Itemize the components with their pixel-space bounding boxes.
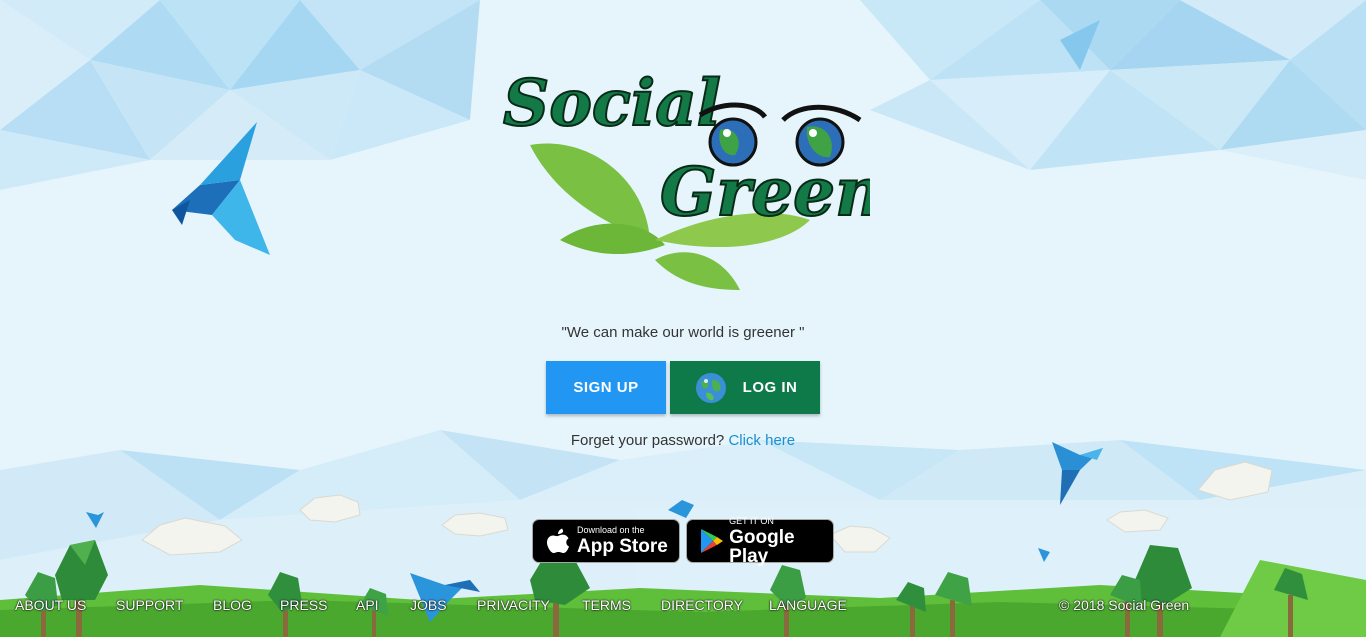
footer-link-support[interactable]: SUPPORT <box>116 597 183 613</box>
logo-text-social: Social <box>503 66 721 141</box>
footer-link-terms[interactable]: TERMS <box>582 597 631 613</box>
footer-link-privacity[interactable]: PRIVACITY <box>477 597 550 613</box>
log-in-label: LOG IN <box>742 379 798 396</box>
footer-link-jobs[interactable]: JOBS <box>410 597 447 613</box>
app-store-big-text: App Store <box>577 536 668 557</box>
tagline: "We can make our world is greener " <box>561 324 805 341</box>
footer-link-api[interactable]: API <box>356 597 379 613</box>
footer-link-blog[interactable]: BLOG <box>213 597 252 613</box>
forgot-password-link[interactable]: Click here <box>728 432 795 449</box>
forgot-password-text: Forget your password? <box>570 432 725 449</box>
footer-link-directory[interactable]: DIRECTORY <box>661 597 743 613</box>
sign-up-button[interactable]: SIGN UP <box>546 361 666 414</box>
social-green-logo: Social Green <box>502 65 870 290</box>
logo-text-green: Green <box>660 153 870 231</box>
log-in-button[interactable]: LOG IN <box>670 361 820 414</box>
sign-up-label: SIGN UP <box>573 379 639 396</box>
apple-icon <box>541 525 575 557</box>
globe-icon <box>695 372 726 403</box>
footer-link-language[interactable]: LANGUAGE <box>769 597 847 613</box>
footer-link-press[interactable]: PRESS <box>280 597 327 613</box>
google-play-icon <box>695 525 727 557</box>
google-play-small-text: GET IT ON <box>729 515 774 526</box>
google-play-big-text: Google Play <box>729 526 795 567</box>
footer-link-about-us[interactable]: ABOUT US <box>15 597 86 613</box>
app-store-small-text: Download on the <box>577 525 645 535</box>
forgot-password: Forget your password? Click here <box>0 432 1366 449</box>
app-store-badge[interactable]: Download on the App Store <box>532 519 680 563</box>
google-play-badge[interactable]: GET IT ON Google Play <box>686 515 834 567</box>
copyright: © 2018 Social Green <box>1059 597 1190 613</box>
